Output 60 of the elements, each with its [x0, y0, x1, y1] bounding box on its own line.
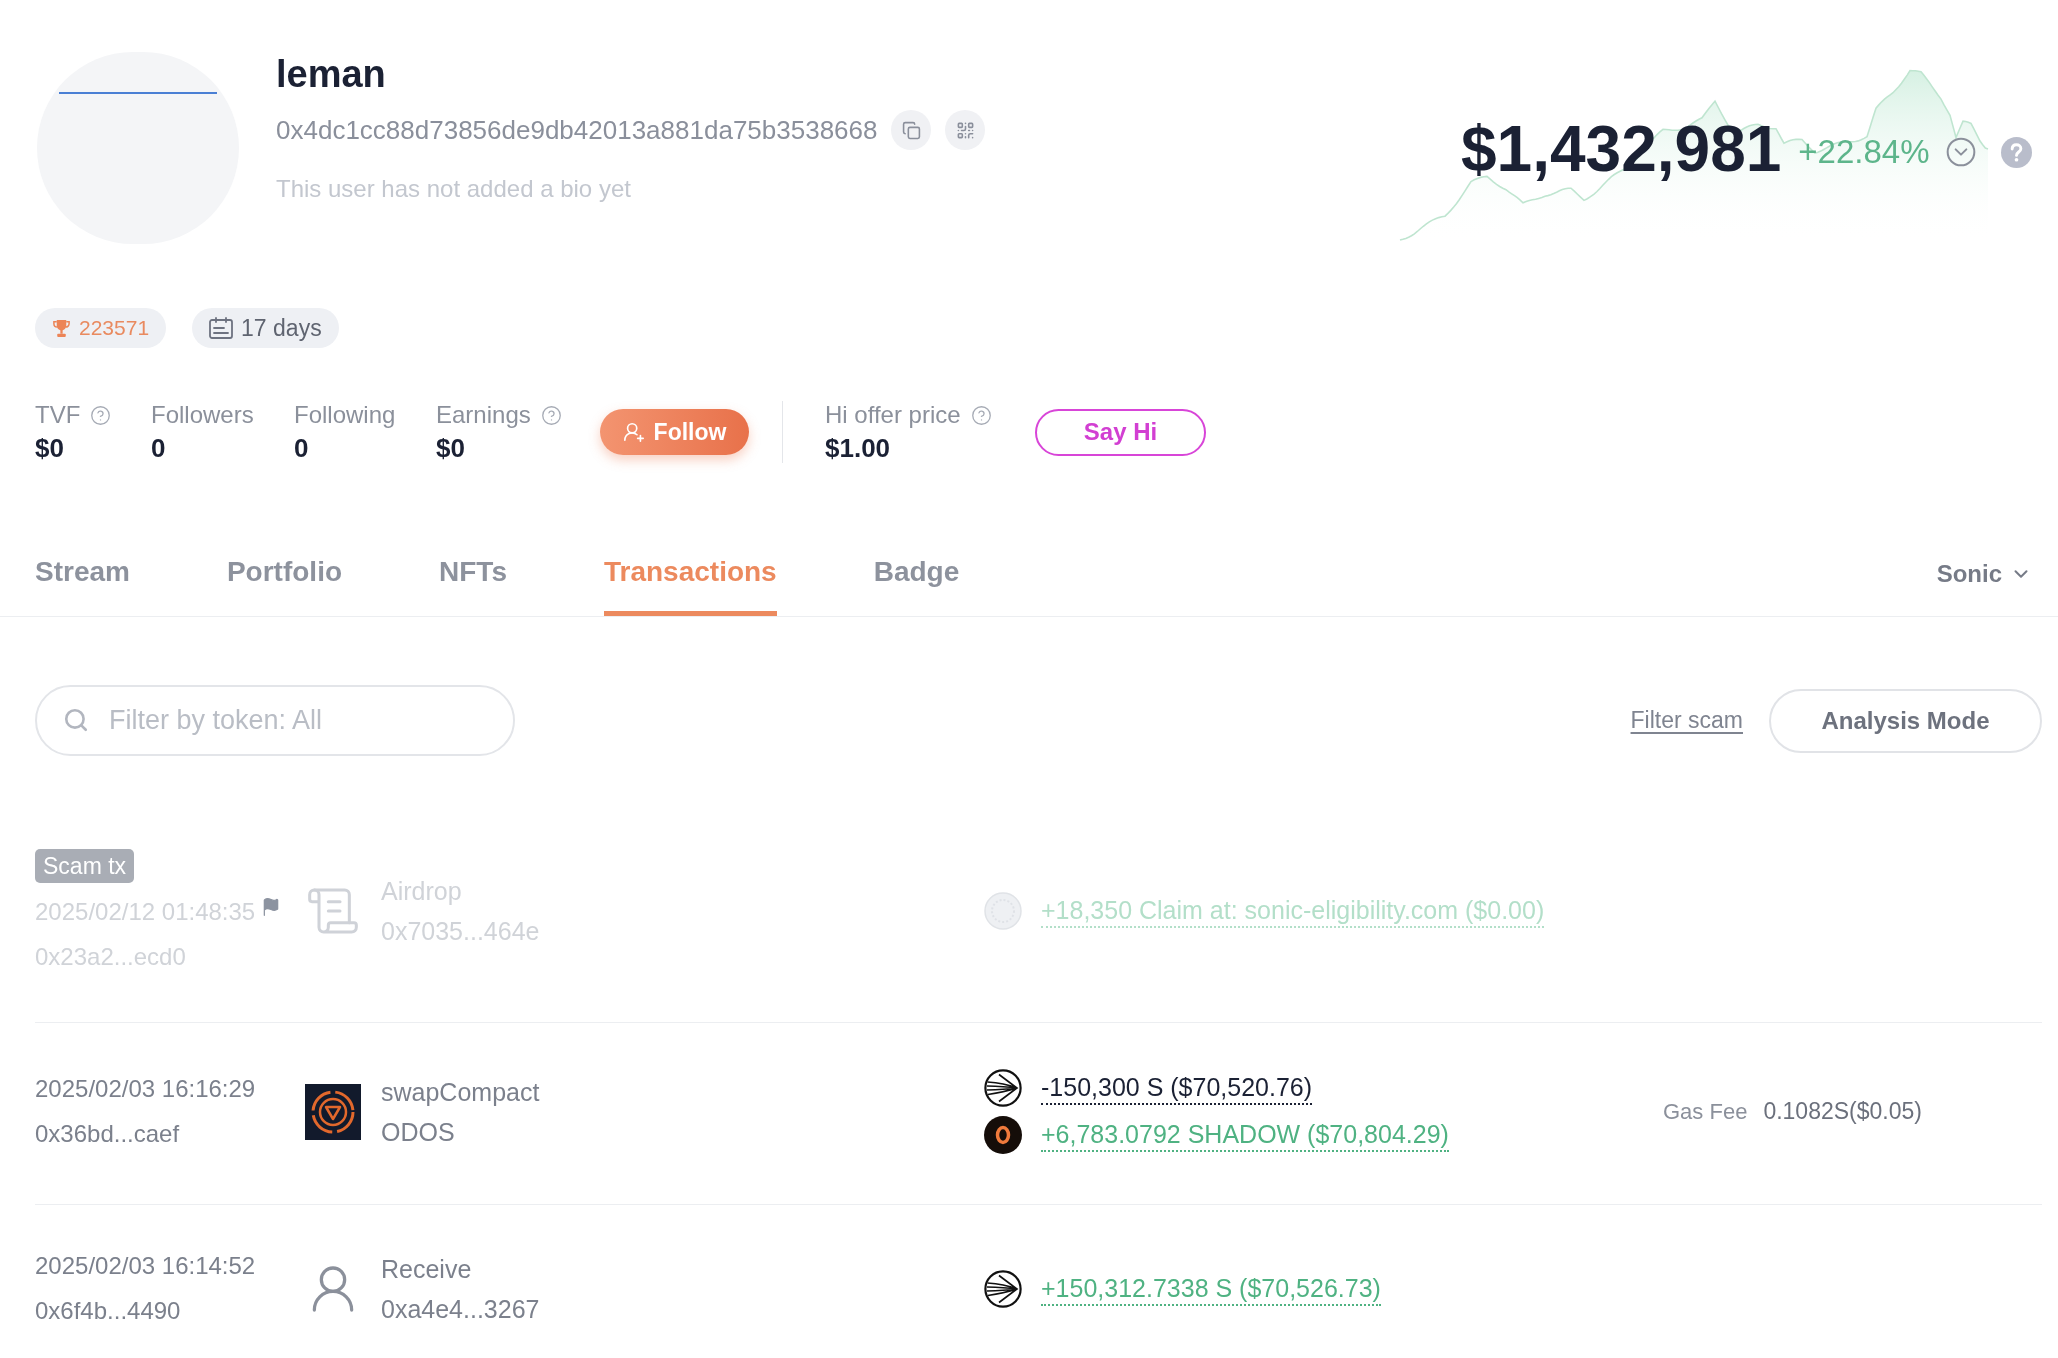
token-icon — [984, 1269, 1022, 1308]
stat-label: Earnings — [436, 400, 531, 430]
token-icon — [984, 1116, 1022, 1154]
profile-name: leman — [276, 52, 386, 96]
stat-value: 0 — [151, 432, 166, 464]
search-icon — [63, 707, 89, 733]
tx-counterparty[interactable]: ODOS — [381, 1116, 455, 1147]
say-hi-button[interactable]: Say Hi — [1035, 408, 1206, 456]
bio-text: This user has not added a bio yet — [276, 174, 631, 204]
transfer-amount[interactable]: -150,300 S ($70,520.76) — [1041, 1071, 1313, 1105]
change-percent: +22.84% — [1798, 132, 1930, 172]
tx-method: Receive — [381, 1253, 472, 1284]
stat-value: $0 — [35, 432, 64, 464]
calendar-icon — [209, 317, 234, 339]
gas-fee-value: 0.1082S($0.05) — [1763, 1097, 1922, 1127]
filter-scam-link[interactable]: Filter scam — [1630, 703, 1743, 738]
follow-button[interactable]: Follow — [600, 409, 749, 455]
copy-button[interactable] — [891, 110, 932, 150]
analysis-mode-button[interactable]: Analysis Mode — [1769, 688, 2042, 753]
tx-counterparty[interactable]: 0xa4e4...3267 — [381, 1293, 540, 1324]
tx-hash[interactable]: 0x6f4b...4490 — [35, 1296, 181, 1326]
help-icon[interactable] — [970, 404, 992, 426]
rank-value: 223571 — [79, 315, 150, 342]
qr-code-button[interactable] — [945, 110, 986, 150]
transfer-amount[interactable]: +150,312.7338 S ($70,526.73) — [1041, 1271, 1381, 1306]
copy-icon — [902, 120, 921, 140]
stat-label: Followers — [151, 400, 254, 430]
tab[interactable]: NFTs — [439, 555, 507, 616]
tab[interactable]: Stream — [35, 555, 130, 616]
portfolio-value: $1,432,981 — [1461, 116, 1782, 182]
tab[interactable]: Badge — [873, 555, 960, 616]
stat-label: Following — [294, 400, 396, 430]
chain-selector[interactable]: Sonic — [1936, 559, 2032, 589]
stat-value: $0 — [436, 432, 465, 464]
tx-time: 2025/02/03 16:14:52 — [35, 1251, 256, 1281]
tx-hash[interactable]: 0x36bd...caef — [35, 1119, 180, 1149]
stat-label: Hi offer price — [825, 400, 961, 430]
user-plus-icon — [622, 421, 645, 443]
scam-tag: Scam tx — [35, 849, 135, 883]
token-icon — [984, 1069, 1022, 1107]
help-icon[interactable] — [90, 404, 112, 426]
help-icon[interactable] — [2000, 136, 2032, 168]
tx-method: swapCompact — [381, 1076, 540, 1107]
tab[interactable]: Transactions — [603, 555, 777, 616]
app-logo-icon — [304, 1083, 361, 1140]
stat-label: TVF — [35, 400, 81, 430]
gas-fee-label: Gas Fee — [1663, 1098, 1748, 1126]
wallet-address: 0x4dc1cc88d73856de9db42013a881da75b3538668 — [276, 114, 878, 147]
transfer-amount[interactable]: +6,783.0792 SHADOW ($70,804.29) — [1041, 1118, 1449, 1152]
chevron-down-circle-icon[interactable] — [1944, 136, 1977, 168]
token-filter-field[interactable]: Filter by token: All — [35, 685, 515, 756]
tab[interactable]: Portfolio — [226, 555, 343, 616]
help-icon[interactable] — [540, 404, 562, 426]
account-age: 17 days — [241, 313, 322, 343]
qr-code-icon — [956, 120, 975, 140]
stat-value: 0 — [294, 432, 309, 464]
offer-price: $1.00 — [825, 432, 891, 464]
token-icon — [984, 891, 1022, 930]
tx-time: 2025/02/03 16:16:29 — [35, 1074, 256, 1104]
trophy-icon — [52, 318, 71, 338]
